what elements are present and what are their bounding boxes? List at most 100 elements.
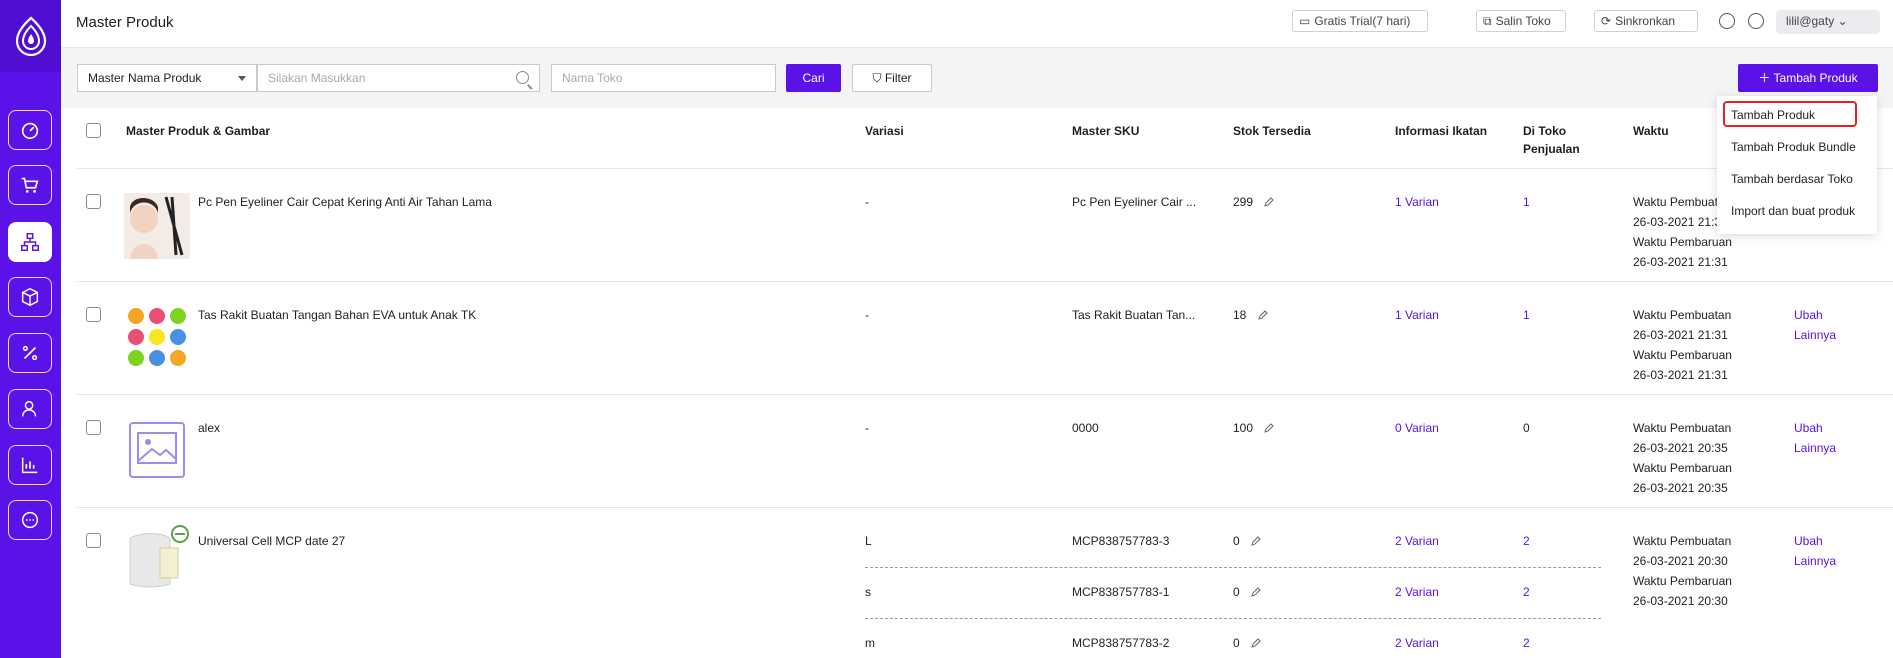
search-icon[interactable] — [516, 71, 529, 84]
stock-number: 0 — [1233, 534, 1240, 548]
nav-inventory[interactable] — [8, 277, 52, 317]
add-product-button[interactable]: ＋ Tambah Produk — [1738, 64, 1878, 92]
chart-icon — [21, 457, 38, 474]
sync-icon: ⟳ — [1601, 14, 1612, 28]
stock-value: 0 — [1233, 584, 1261, 600]
menu-item-add-bundle[interactable]: Tambah Produk Bundle — [1731, 140, 1856, 154]
discount-icon — [22, 345, 38, 361]
time-info: Waktu Pembuatan 26-03-2021 20:30 Waktu P… — [1633, 531, 1732, 611]
nav-reports[interactable] — [8, 445, 52, 485]
page-title: Master Produk — [76, 14, 174, 31]
table-row: Universal Cell MCP date 27 L MCP83875778… — [61, 508, 1893, 658]
select-all-checkbox[interactable] — [86, 123, 101, 138]
edit-pencil-icon[interactable] — [1264, 197, 1275, 207]
edit-link[interactable]: Ubah — [1794, 418, 1836, 438]
binding-link[interactable]: 0 Varian — [1395, 420, 1439, 436]
edit-pencil-icon[interactable] — [1251, 536, 1261, 546]
row-checkbox[interactable] — [86, 307, 101, 322]
stock-value: 299 — [1233, 194, 1275, 210]
search-field-select[interactable]: Master Nama Produk — [77, 64, 257, 92]
product-thumbnail — [124, 193, 190, 259]
help-icon[interactable] — [1719, 13, 1735, 29]
edit-link[interactable]: Ubah — [1794, 531, 1836, 551]
shop-name-input[interactable]: Nama Toko — [551, 64, 776, 92]
search-input[interactable]: Silakan Masukkan — [257, 64, 540, 92]
sku-value: MCP838757783-1 — [1072, 585, 1170, 599]
row-checkbox[interactable] — [86, 420, 101, 435]
copy-shop-button[interactable]: ⧉ Salin Toko — [1476, 10, 1566, 32]
trial-button[interactable]: ▭ Gratis Trial(7 hari) — [1292, 10, 1428, 32]
shop-count-link[interactable]: 1 — [1523, 194, 1530, 210]
time-info: Waktu Pembuatan 26-03-2021 20:35 Waktu P… — [1633, 418, 1732, 498]
edit-pencil-icon[interactable] — [1251, 587, 1261, 597]
shop-count-link[interactable]: 2 — [1523, 533, 1530, 549]
edit-pencil-icon[interactable] — [1257, 310, 1268, 320]
copy-icon: ⧉ — [1483, 14, 1492, 28]
stock-number: 100 — [1233, 421, 1254, 435]
binding-link[interactable]: 2 Varian — [1395, 533, 1439, 549]
shop-count-link[interactable]: 2 — [1523, 635, 1530, 651]
more-link[interactable]: Lainnya — [1794, 438, 1836, 458]
time-info: Waktu Pembuatan 26-03-2021 21:31 Waktu P… — [1633, 305, 1732, 385]
updated-label: Waktu Pembaruan — [1633, 348, 1732, 362]
nav-orders[interactable] — [8, 165, 52, 205]
customer-icon — [21, 400, 37, 417]
globe-icon[interactable] — [1748, 13, 1764, 29]
table-row: Pc Pen Eyeliner Cair Cepat Kering Anti A… — [61, 169, 1893, 282]
product-name[interactable]: Pc Pen Eyeliner Cair Cepat Kering Anti A… — [198, 194, 492, 210]
edit-pencil-icon[interactable] — [1251, 638, 1261, 648]
filter-button[interactable]: ⛉ Filter — [852, 64, 932, 92]
menu-item-add-product[interactable]: Tambah Produk — [1731, 108, 1815, 122]
updated-label: Waktu Pembaruan — [1633, 574, 1732, 588]
updated-value: 26-03-2021 21:31 — [1633, 255, 1728, 269]
header-shop-line1: Di Toko — [1523, 124, 1567, 138]
row-actions: Ubah Lainnya — [1794, 418, 1836, 458]
menu-item-add-by-shop[interactable]: Tambah berdasar Toko — [1731, 172, 1853, 186]
stock-value: 18 — [1233, 307, 1268, 323]
nav-chat[interactable] — [8, 500, 52, 540]
nav-products[interactable] — [8, 222, 52, 262]
nav-customers[interactable] — [8, 389, 52, 429]
search-field-value: Master Nama Produk — [88, 71, 202, 85]
header-stock: Stok Tersedia — [1233, 124, 1311, 138]
more-link[interactable]: Lainnya — [1794, 325, 1836, 345]
search-button[interactable]: Cari — [786, 64, 841, 92]
filter-bar: Master Nama Produk Silakan Masukkan Nama… — [61, 48, 1893, 108]
variation-value: m — [865, 636, 875, 650]
edit-link[interactable]: Ubah — [1794, 305, 1836, 325]
sidebar — [0, 0, 61, 658]
nav-promotions[interactable] — [8, 333, 52, 373]
chevron-down-icon: ⌄ — [1837, 14, 1848, 28]
table-row: Tas Rakit Buatan Tangan Bahan EVA untuk … — [61, 282, 1893, 395]
updated-label: Waktu Pembaruan — [1633, 235, 1732, 249]
nav-dashboard[interactable] — [8, 110, 52, 150]
product-name[interactable]: Universal Cell MCP date 27 — [198, 533, 345, 549]
add-product-label: Tambah Produk — [1773, 71, 1858, 85]
variation-value: L — [865, 534, 872, 548]
menu-item-import[interactable]: Import dan buat produk — [1731, 204, 1855, 218]
binding-link[interactable]: 1 Varian — [1395, 194, 1439, 210]
edit-pencil-icon[interactable] — [1264, 423, 1275, 433]
binding-link[interactable]: 2 Varian — [1395, 584, 1439, 600]
stock-number: 0 — [1233, 585, 1240, 599]
user-menu[interactable]: lilil@gaty ⌄ — [1776, 10, 1880, 34]
shop-count-link[interactable]: 1 — [1523, 307, 1530, 323]
chat-icon — [21, 511, 39, 529]
more-link[interactable]: Lainnya — [1794, 551, 1836, 571]
dashboard-icon — [21, 122, 39, 140]
header-variation: Variasi — [865, 124, 904, 138]
product-name[interactable]: Tas Rakit Buatan Tangan Bahan EVA untuk … — [198, 307, 476, 323]
app-logo[interactable] — [0, 0, 61, 72]
variation-value: - — [865, 195, 869, 209]
updated-label: Waktu Pembaruan — [1633, 461, 1732, 475]
row-checkbox[interactable] — [86, 533, 101, 548]
plus-icon: ＋ — [1758, 71, 1774, 85]
variation-value: s — [865, 585, 871, 599]
binding-link[interactable]: 1 Varian — [1395, 307, 1439, 323]
binding-link[interactable]: 2 Varian — [1395, 635, 1439, 651]
sync-button[interactable]: ⟳ Sinkronkan — [1594, 10, 1698, 32]
row-checkbox[interactable] — [86, 194, 101, 209]
shop-count-link[interactable]: 2 — [1523, 584, 1530, 600]
product-name[interactable]: alex — [198, 420, 220, 436]
header-sku: Master SKU — [1072, 124, 1140, 138]
